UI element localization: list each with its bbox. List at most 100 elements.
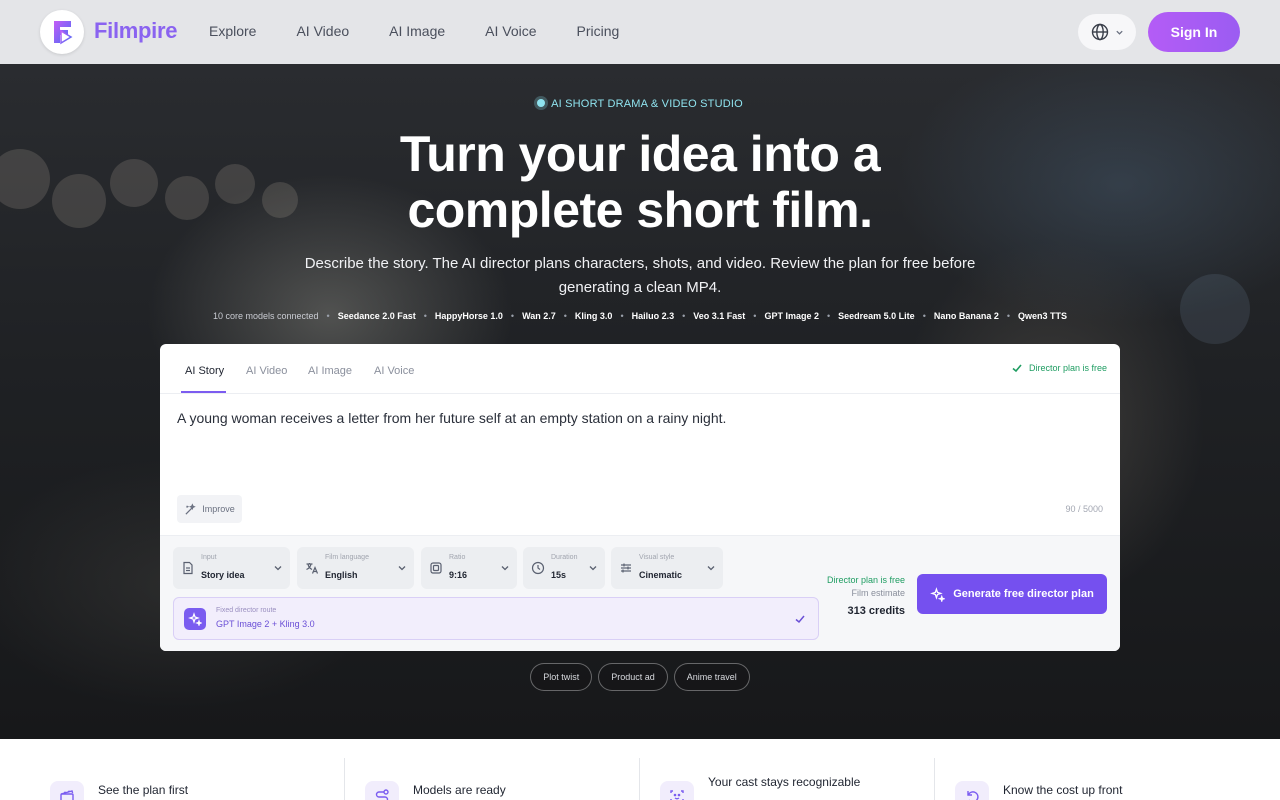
plan-free-badge: Director plan is free <box>1011 362 1107 374</box>
chip-plot-twist[interactable]: Plot twist <box>530 663 593 691</box>
director-route-caption: Fixed director route <box>216 607 277 614</box>
sliders-icon <box>621 563 631 573</box>
feature-item: Know the cost up front <box>955 739 1250 800</box>
clock-icon <box>531 561 545 575</box>
hero-headline-line-1: Turn your idea into a <box>399 126 881 182</box>
chevron-down-icon <box>707 566 715 571</box>
chevron-down-icon <box>274 566 282 571</box>
feature-title: Your cast stays recognizable <box>708 775 861 789</box>
composer-controls: Input Story idea Film language English R… <box>160 535 1120 651</box>
model-name: GPT Image 2 <box>764 311 819 321</box>
visual-style-caption: Visual style <box>639 554 675 561</box>
composer-tabs: AI Story AI Video AI Image AI Voice Dire… <box>160 344 1120 394</box>
ratio-caption: Ratio <box>449 554 466 561</box>
generate-label: Generate free director plan <box>953 588 1094 600</box>
undo-icon <box>955 781 989 800</box>
features-strip: See the plan first Models are ready Your… <box>0 739 1280 800</box>
translate-icon <box>306 563 319 574</box>
tab-ai-video[interactable]: AI Video <box>246 365 287 377</box>
nav-link-ai-voice[interactable]: AI Voice <box>485 23 536 39</box>
model-name: Seedream 5.0 Lite <box>838 311 915 321</box>
tab-ai-story[interactable]: AI Story <box>185 365 224 377</box>
tab-ai-voice[interactable]: AI Voice <box>374 365 414 377</box>
feature-divider <box>639 758 640 800</box>
plan-free-text: Director plan is free <box>1028 363 1107 373</box>
film-language-value: English <box>325 570 358 580</box>
model-name: Seedance 2.0 Fast <box>337 311 416 321</box>
nav-link-pricing[interactable]: Pricing <box>577 23 620 39</box>
film-estimate: Director plan is free Film estimate 313 … <box>827 574 905 620</box>
input-type-select[interactable]: Input Story idea <box>173 547 290 589</box>
story-prompt-input[interactable]: A young woman receives a letter from her… <box>177 410 1077 426</box>
brand-logo-icon[interactable] <box>40 10 84 54</box>
model-name: Nano Banana 2 <box>933 311 999 321</box>
chip-product-ad[interactable]: Product ad <box>598 663 668 691</box>
brand-name[interactable]: Filmpire <box>94 18 177 44</box>
nav-link-ai-image[interactable]: AI Image <box>389 23 445 39</box>
feature-divider <box>344 758 345 800</box>
feature-item: Your cast stays recognizable <box>660 739 955 800</box>
nav-link-ai-video[interactable]: AI Video <box>296 23 349 39</box>
film-language-select[interactable]: Film language English <box>297 547 414 589</box>
feature-title: See the plan first <box>98 783 189 797</box>
duration-caption: Duration <box>551 554 578 561</box>
nav-link-explore[interactable]: Explore <box>209 23 256 39</box>
sparkles-icon <box>930 586 946 602</box>
feature-title: Know the cost up front <box>1003 783 1123 797</box>
chevron-down-icon <box>1115 30 1123 35</box>
estimate-free-note: Director plan is free <box>826 575 905 585</box>
tab-ai-image[interactable]: AI Image <box>308 365 352 377</box>
feature-item: See the plan first <box>50 739 345 800</box>
director-route-value: GPT Image 2 + Kling 3.0 <box>216 619 315 629</box>
model-name: Qwen3 TTS <box>1018 311 1068 321</box>
improve-button[interactable]: Improve <box>177 495 242 523</box>
connected-models-row: 10 core models connected • Seedance 2.0 Fa… <box>212 311 1068 321</box>
bokeh-light <box>1180 274 1250 344</box>
chevron-down-icon <box>589 566 597 571</box>
active-tab-indicator <box>181 391 226 393</box>
check-icon <box>1012 364 1022 373</box>
ratio-value: 9:16 <box>449 570 468 580</box>
chevron-down-icon <box>398 566 406 571</box>
face-scan-icon <box>660 781 694 800</box>
models-count-label: 10 core models connected <box>212 311 319 321</box>
duration-value: 15s <box>551 570 567 580</box>
example-prompt-chips: Plot twist Product ad Anime travel <box>0 663 1280 691</box>
hero-eyebrow-text: AI SHORT DRAMA & VIDEO STUDIO <box>551 98 743 110</box>
improve-label: Improve <box>202 504 235 514</box>
generate-director-plan-button[interactable]: Generate free director plan <box>917 574 1107 614</box>
hero-headline-line-2: complete short film. <box>407 182 873 238</box>
route-icon <box>365 781 399 800</box>
estimate-credits: 313 credits <box>847 605 905 617</box>
chip-anime-travel[interactable]: Anime travel <box>673 663 750 691</box>
story-composer-card: AI Story AI Video AI Image AI Voice Dire… <box>160 344 1120 651</box>
hero-section: AI SHORT DRAMA & VIDEO STUDIO Turn your … <box>0 64 1280 739</box>
sign-in-button[interactable]: Sign In <box>1148 12 1240 52</box>
clapper-icon <box>50 781 84 800</box>
document-icon <box>183 561 193 575</box>
model-name: Veo 3.1 Fast <box>693 311 746 321</box>
hero-subline: Describe the story. The AI director plan… <box>304 255 976 296</box>
visual-style-select[interactable]: Visual style Cinematic <box>611 547 723 589</box>
feature-divider <box>934 758 935 800</box>
model-name: HappyHorse 1.0 <box>434 311 503 321</box>
input-type-caption: Input <box>201 554 217 561</box>
model-name: Wan 2.7 <box>522 311 556 321</box>
aspect-ratio-icon <box>430 562 442 574</box>
sparkles-icon <box>184 608 206 630</box>
language-selector[interactable] <box>1078 14 1136 50</box>
character-count: 90 / 5000 <box>1065 504 1103 514</box>
estimate-caption: Film estimate <box>851 588 905 598</box>
primary-nav: Explore AI Video AI Image AI Voice Prici… <box>209 23 659 39</box>
chevron-down-icon <box>501 566 509 571</box>
input-type-value: Story idea <box>201 570 245 580</box>
visual-style-value: Cinematic <box>639 570 683 580</box>
hero-headline: Turn your idea into a complete short fil… <box>0 126 1280 238</box>
top-nav: Filmpire Explore AI Video AI Image AI Vo… <box>0 0 1280 64</box>
director-route-panel[interactable]: Fixed director route GPT Image 2 + Kling… <box>173 597 819 640</box>
feature-item: Models are ready <box>365 739 660 800</box>
duration-select[interactable]: Duration 15s <box>523 547 605 589</box>
film-language-caption: Film language <box>325 554 369 561</box>
ratio-select[interactable]: Ratio 9:16 <box>421 547 517 589</box>
globe-icon <box>1091 23 1108 41</box>
